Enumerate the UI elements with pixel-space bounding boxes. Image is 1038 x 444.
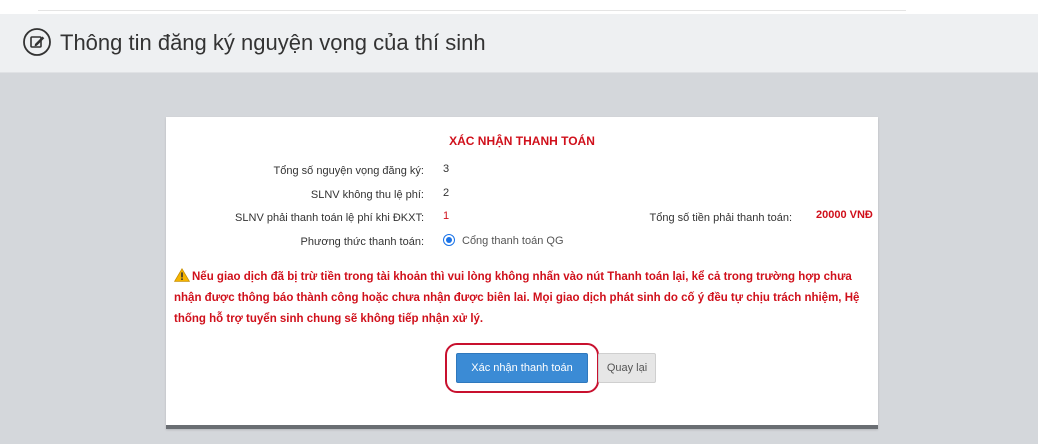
total-amount-label: Tổng số tiền phải thanh toán: [649,212,793,224]
confirm-payment-button[interactable]: Xác nhận thanh toán [456,353,588,383]
free-wishes-value: 2 [443,187,450,199]
paid-wishes-value: 1 [443,210,450,222]
top-divider [38,10,906,11]
page-header: Thông tin đăng ký nguyện vọng của thí si… [0,14,1038,73]
free-wishes-label: SLNV không thu lệ phí: [310,189,424,201]
edit-icon [23,28,51,56]
payment-method-label: Phương thức thanh toán: [300,236,424,248]
total-wishes-value: 3 [443,163,450,175]
total-wishes-label: Tổng số nguyện vọng đăng ký: [273,165,424,177]
warning-text: Nếu giao dịch đã bị trừ tiền trong tài k… [174,271,860,325]
warning-icon [174,268,190,282]
total-amount-value: 20000 VNĐ [816,209,873,221]
warning-message: Nếu giao dịch đã bị trừ tiền trong tài k… [174,267,870,330]
payment-method-option[interactable]: Cổng thanh toán QG [462,235,564,247]
back-button[interactable]: Quay lại [598,353,656,383]
payment-method-radio[interactable] [443,234,455,246]
paid-wishes-label: SLNV phải thanh toán lệ phí khi ĐKXT: [235,212,424,224]
card-title: XÁC NHẬN THANH TOÁN [449,134,595,148]
top-strip [0,0,1038,14]
page-title: Thông tin đăng ký nguyện vọng của thí si… [60,30,486,55]
payment-confirmation-card: XÁC NHẬN THANH TOÁN Tổng số nguyện vọng … [166,117,878,429]
content-area: XÁC NHẬN THANH TOÁN Tổng số nguyện vọng … [0,73,1038,444]
